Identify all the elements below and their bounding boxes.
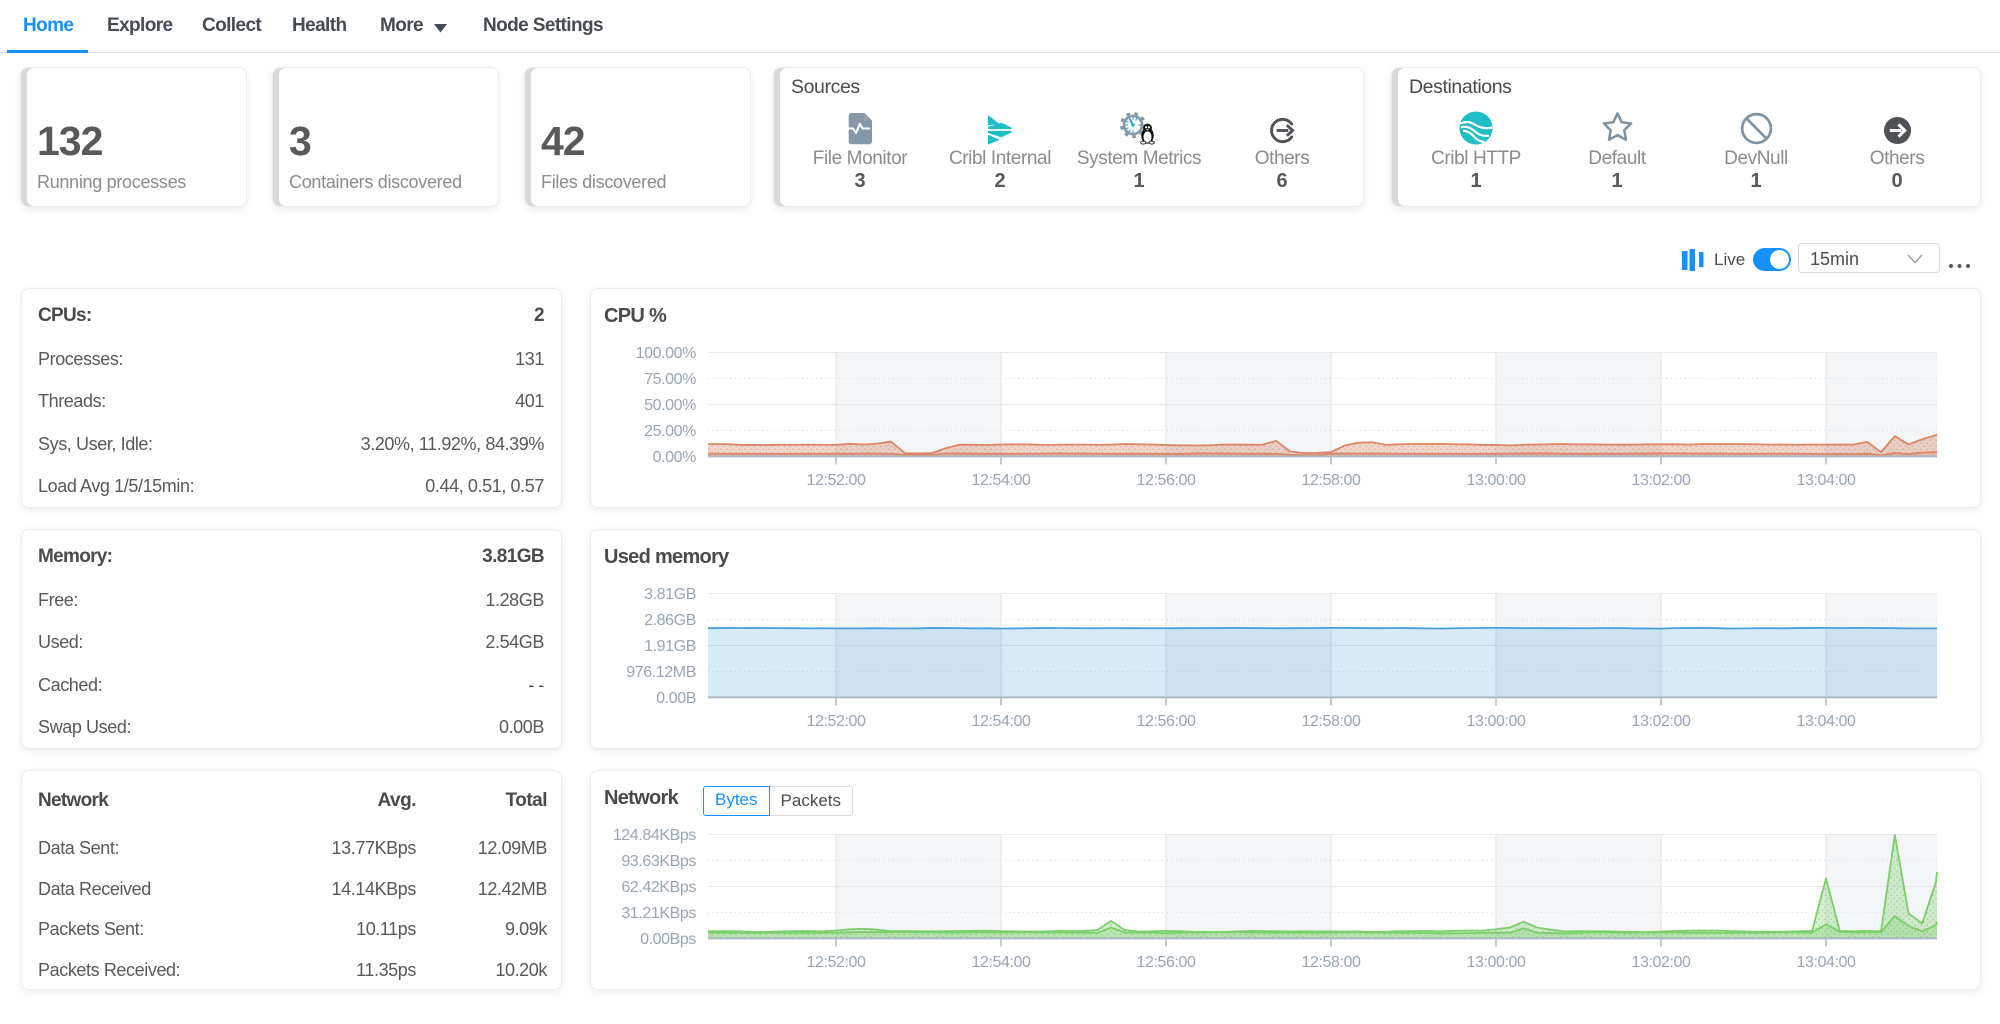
svg-text:12:56:00: 12:56:00 (1136, 713, 1196, 730)
svg-text:2.86GB: 2.86GB (644, 612, 696, 629)
svg-text:100.00%: 100.00% (636, 345, 697, 362)
svg-text:0.00%: 0.00% (653, 449, 697, 466)
svg-text:3.81GB: 3.81GB (644, 586, 696, 603)
svg-text:976.12MB: 976.12MB (626, 664, 696, 681)
svg-text:13:00:00: 13:00:00 (1466, 954, 1526, 971)
svg-text:1.91GB: 1.91GB (644, 638, 696, 655)
svg-text:12:56:00: 12:56:00 (1136, 472, 1196, 489)
svg-text:0.00Bps: 0.00Bps (640, 931, 696, 948)
svg-text:13:02:00: 13:02:00 (1631, 472, 1691, 489)
svg-text:12:52:00: 12:52:00 (806, 472, 866, 489)
svg-text:13:04:00: 13:04:00 (1796, 713, 1856, 730)
svg-text:12:54:00: 12:54:00 (971, 472, 1031, 489)
svg-text:75.00%: 75.00% (644, 371, 696, 388)
svg-text:12:54:00: 12:54:00 (971, 713, 1031, 730)
svg-text:62.42KBps: 62.42KBps (621, 879, 696, 896)
svg-text:0.00B: 0.00B (656, 690, 696, 707)
svg-text:12:52:00: 12:52:00 (806, 954, 866, 971)
svg-text:12:58:00: 12:58:00 (1301, 954, 1361, 971)
svg-text:13:00:00: 13:00:00 (1466, 713, 1526, 730)
svg-text:12:58:00: 12:58:00 (1301, 713, 1361, 730)
svg-text:13:00:00: 13:00:00 (1466, 472, 1526, 489)
svg-text:13:04:00: 13:04:00 (1796, 472, 1856, 489)
svg-text:93.63KBps: 93.63KBps (621, 853, 696, 870)
svg-text:31.21KBps: 31.21KBps (621, 905, 696, 922)
svg-text:124.84KBps: 124.84KBps (613, 827, 697, 844)
svg-text:13:02:00: 13:02:00 (1631, 713, 1691, 730)
svg-text:25.00%: 25.00% (644, 423, 696, 440)
svg-text:12:52:00: 12:52:00 (806, 713, 866, 730)
svg-text:12:56:00: 12:56:00 (1136, 954, 1196, 971)
svg-text:12:54:00: 12:54:00 (971, 954, 1031, 971)
svg-text:50.00%: 50.00% (644, 397, 696, 414)
svg-text:12:58:00: 12:58:00 (1301, 472, 1361, 489)
svg-text:13:02:00: 13:02:00 (1631, 954, 1691, 971)
svg-text:13:04:00: 13:04:00 (1796, 954, 1856, 971)
